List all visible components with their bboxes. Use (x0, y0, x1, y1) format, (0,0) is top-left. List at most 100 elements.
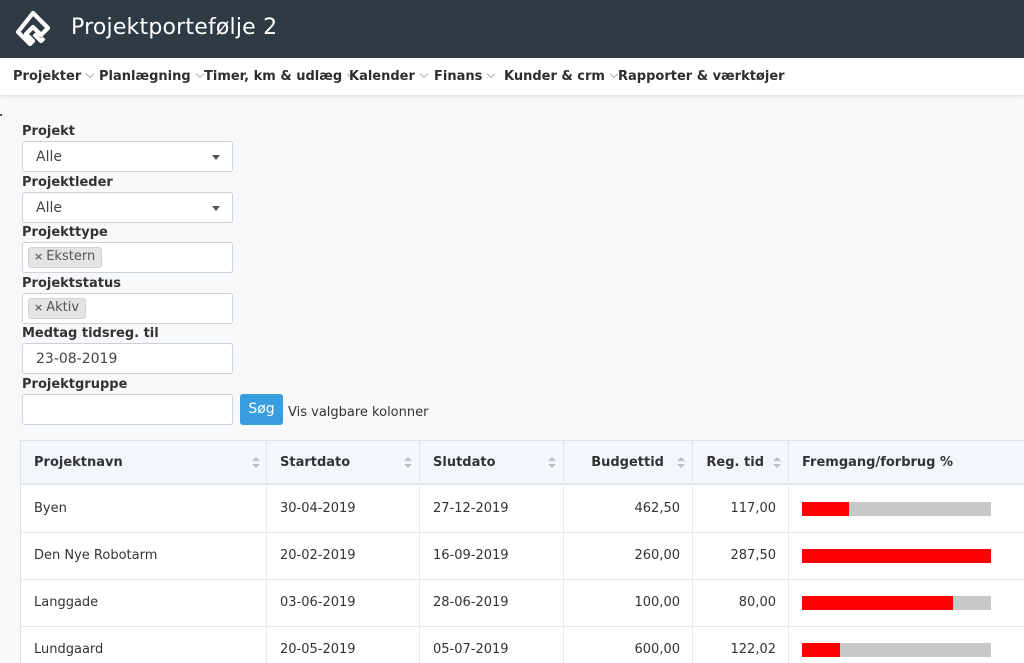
type-multiselect[interactable]: × Ekstern (22, 242, 233, 273)
sort-icon[interactable] (404, 457, 412, 469)
cell-project-name: Den Nye Robotarm (21, 533, 267, 580)
project-select[interactable]: Alle (22, 141, 233, 172)
progress-fill (802, 549, 991, 563)
column-label: Slutdato (433, 455, 496, 470)
cell-registered: 117,00 (693, 486, 789, 533)
column-label: Projektnavn (34, 455, 123, 470)
cell-progress (789, 580, 1024, 627)
include-until-date-input[interactable]: 23-08-2019 (22, 343, 233, 374)
nav-finans[interactable]: Finans (434, 69, 496, 84)
nav-projekter[interactable]: Projekter (13, 69, 95, 84)
nav-label: Kunder & crm (504, 69, 605, 84)
col-slutdato[interactable]: Slutdato (420, 441, 564, 485)
nav-timer-km-udlaeg[interactable]: Timer, km & udlæg (204, 69, 356, 84)
sort-icon[interactable] (773, 457, 781, 469)
projects-table: Projektnavn Startdato Slutdato Budgettid… (20, 440, 1024, 663)
column-label: Budgettid (591, 455, 664, 470)
cell-start-date: 30-04-2019 (267, 486, 420, 533)
cell-registered: 80,00 (693, 580, 789, 627)
cell-registered: 287,50 (693, 533, 789, 580)
cell-budget: 260,00 (564, 533, 693, 580)
chevron-down-icon (487, 69, 496, 79)
nav-kalender[interactable]: Kalender (349, 69, 429, 84)
nav-label: Kalender (349, 69, 415, 84)
table-row[interactable]: Byen 30-04-2019 27-12-2019 462,50 117,00 (21, 486, 1024, 533)
sort-icon[interactable] (548, 457, 556, 469)
nav-label: Timer, km & udlæg (204, 69, 343, 84)
main-navigation: Projekter Planlægning Timer, km & udlæg … (0, 58, 1024, 96)
table-row[interactable]: Lundgaard 20-05-2019 05-07-2019 600,00 1… (21, 627, 1024, 663)
show-columns-link[interactable]: Vis valgbare kolonner (288, 405, 428, 420)
project-filter-label: Projekt (22, 124, 76, 139)
progress-bar (802, 502, 991, 516)
progress-bar (802, 549, 991, 563)
chevron-down-icon (195, 69, 204, 79)
nav-planlaegning[interactable]: Planlægning (99, 69, 204, 84)
status-tag: × Aktiv (28, 298, 87, 319)
col-reg-tid[interactable]: Reg. tid (693, 441, 789, 485)
col-projektnavn[interactable]: Projektnavn (21, 441, 267, 485)
manager-select[interactable]: Alle (22, 192, 233, 223)
status-filter-label: Projektstatus (22, 276, 121, 291)
progress-fill (802, 502, 850, 516)
progress-bar (802, 643, 991, 657)
cell-budget: 462,50 (564, 486, 693, 533)
cell-project-name: Lundgaard (21, 627, 267, 663)
column-label: Startdato (280, 455, 351, 470)
type-tag-label: Ekstern (46, 249, 96, 264)
sort-icon[interactable] (252, 457, 260, 469)
table-row[interactable]: Den Nye Robotarm 20-02-2019 16-09-2019 2… (21, 533, 1024, 580)
cell-end-date: 05-07-2019 (420, 627, 564, 663)
cell-start-date: 03-06-2019 (267, 580, 420, 627)
status-tag-label: Aktiv (46, 300, 80, 315)
cell-progress (789, 486, 1024, 533)
cell-budget: 100,00 (564, 580, 693, 627)
search-button[interactable]: Søg (240, 394, 283, 425)
caret-down-icon (212, 206, 220, 211)
stray-dot (0, 114, 2, 116)
col-budgettid[interactable]: Budgettid (564, 441, 693, 485)
chevron-down-icon (419, 69, 429, 79)
type-tag: × Ekstern (28, 247, 103, 268)
cell-end-date: 27-12-2019 (420, 486, 564, 533)
nav-label: Planlægning (99, 69, 191, 84)
nav-kunder-crm[interactable]: Kunder & crm (504, 69, 619, 84)
app-title: Projektportefølje 2 (71, 15, 278, 40)
type-filter-label: Projekttype (22, 225, 108, 240)
remove-tag-icon[interactable]: × (34, 301, 43, 314)
col-startdato[interactable]: Startdato (267, 441, 420, 485)
remove-tag-icon[interactable]: × (34, 250, 43, 263)
group-input[interactable] (22, 394, 233, 425)
cell-progress (789, 533, 1024, 580)
manager-filter-label: Projektleder (22, 175, 113, 190)
caret-down-icon (212, 155, 220, 160)
manager-select-value: Alle (36, 200, 62, 216)
sort-icon[interactable] (677, 457, 685, 469)
progress-bar (802, 596, 991, 610)
cell-start-date: 20-02-2019 (267, 533, 420, 580)
nav-rapporter-vaerktoejer[interactable]: Rapporter & værktøjer (618, 69, 785, 84)
include-until-value: 23-08-2019 (36, 351, 118, 367)
table-header: Projektnavn Startdato Slutdato Budgettid… (21, 441, 1024, 485)
app-header: Projektportefølje 2 (0, 0, 1024, 58)
progress-fill (802, 596, 954, 610)
project-select-value: Alle (36, 149, 62, 165)
chevron-down-icon (609, 69, 619, 79)
nav-label: Finans (434, 69, 483, 84)
column-label: Fremgang/forbrug % (802, 455, 954, 470)
cell-progress (789, 627, 1024, 663)
column-label: Reg. tid (706, 455, 764, 470)
cell-registered: 122,02 (693, 627, 789, 663)
include-until-label: Medtag tidsreg. til (22, 326, 159, 341)
chevron-down-icon (85, 69, 95, 79)
status-multiselect[interactable]: × Aktiv (22, 293, 233, 324)
app-logo-icon[interactable] (14, 10, 52, 48)
progress-fill (802, 643, 840, 657)
nav-label: Rapporter & værktøjer (618, 69, 785, 84)
col-fremgang[interactable]: Fremgang/forbrug % (789, 441, 1024, 485)
cell-project-name: Langgade (21, 580, 267, 627)
table-row[interactable]: Langgade 03-06-2019 28-06-2019 100,00 80… (21, 580, 1024, 627)
cell-budget: 600,00 (564, 627, 693, 663)
nav-label: Projekter (13, 69, 82, 84)
cell-end-date: 28-06-2019 (420, 580, 564, 627)
